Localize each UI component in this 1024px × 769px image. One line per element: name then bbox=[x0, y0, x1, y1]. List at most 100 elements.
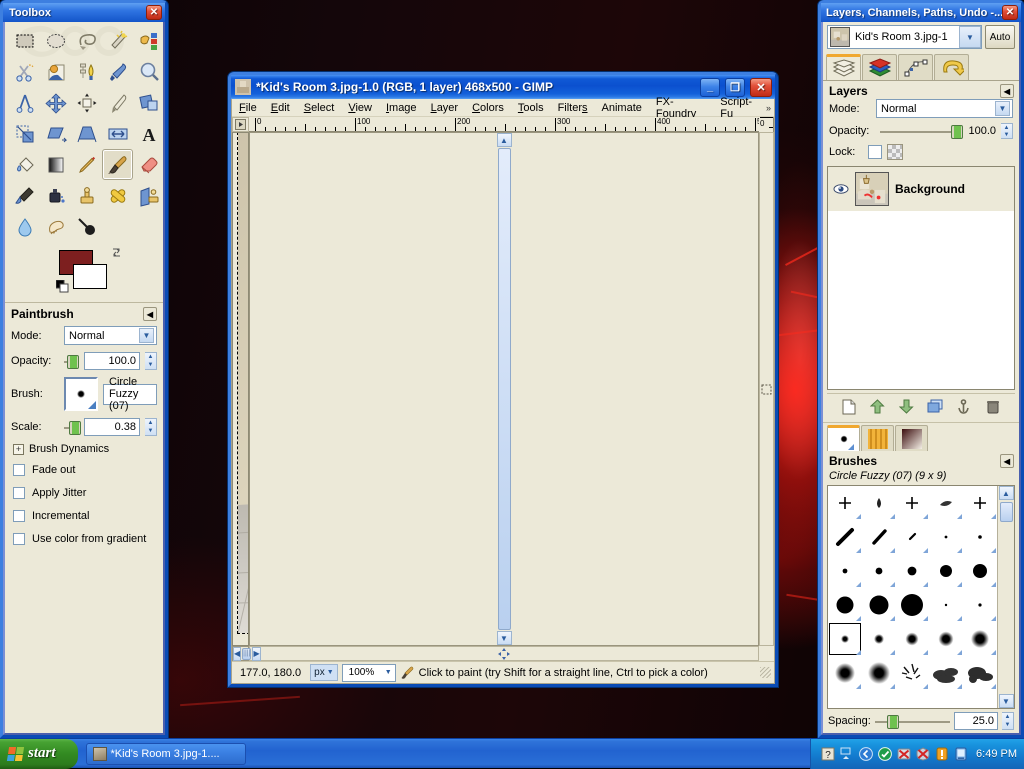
use-color-from-gradient-checkbox[interactable] bbox=[13, 533, 25, 545]
firewall-alert-icon[interactable] bbox=[897, 747, 911, 761]
horizontal-scrollbar-thumb[interactable]: |||| bbox=[242, 648, 251, 660]
scale-value[interactable]: 0.38 bbox=[84, 418, 140, 436]
lock-alpha-icon[interactable] bbox=[887, 144, 903, 160]
scale-slider-knob[interactable] bbox=[69, 421, 81, 435]
clone-tool[interactable] bbox=[71, 180, 102, 211]
brush-cell[interactable] bbox=[929, 656, 963, 690]
delete-layer-button[interactable] bbox=[982, 397, 1004, 417]
brush-cell[interactable] bbox=[963, 486, 997, 520]
opacity-value[interactable]: 100.0 bbox=[84, 352, 140, 370]
resize-grip[interactable] bbox=[760, 667, 771, 678]
opacity-slider-knob[interactable] bbox=[67, 355, 79, 369]
gradients-tab[interactable] bbox=[895, 425, 928, 451]
brush-grid[interactable] bbox=[828, 486, 997, 708]
brush-scrollbar-thumb[interactable] bbox=[1000, 502, 1013, 522]
paths-tab[interactable] bbox=[898, 54, 933, 80]
background-color-swatch[interactable] bbox=[73, 264, 107, 289]
scroll-down-arrow[interactable]: ▼ bbox=[497, 631, 512, 645]
brush-cell[interactable] bbox=[828, 588, 862, 622]
channels-tab[interactable] bbox=[862, 54, 897, 80]
rotate-tool[interactable] bbox=[133, 87, 163, 118]
lock-alpha-checkbox[interactable] bbox=[868, 145, 882, 159]
use-color-from-gradient-option[interactable]: Use color from gradient bbox=[13, 533, 157, 545]
brush-cell[interactable] bbox=[896, 656, 930, 690]
zoom-tool[interactable] bbox=[133, 56, 163, 87]
flip-tool[interactable] bbox=[102, 118, 133, 149]
brush-cell[interactable] bbox=[929, 588, 963, 622]
brush-cell[interactable] bbox=[862, 520, 896, 554]
chevron-left-icon[interactable] bbox=[859, 747, 873, 761]
color-picker-tool[interactable] bbox=[102, 56, 133, 87]
brush-cell[interactable] bbox=[862, 656, 896, 690]
layer-opacity-knob[interactable] bbox=[951, 125, 963, 139]
plus-icon[interactable]: + bbox=[13, 444, 24, 455]
taskbar-item-gimp[interactable]: *Kid's Room 3.jpg-1.... bbox=[86, 743, 246, 765]
airbrush-tool[interactable] bbox=[9, 180, 40, 211]
brush-cell-circle-fuzzy-07[interactable] bbox=[828, 622, 862, 656]
menu-tools[interactable]: Tools bbox=[511, 101, 551, 115]
canvas-viewport[interactable]: A bbox=[232, 132, 249, 646]
brush-cell[interactable] bbox=[862, 588, 896, 622]
ellipse-select-tool[interactable] bbox=[40, 25, 71, 56]
brush-cell[interactable] bbox=[929, 486, 963, 520]
chevron-down-icon[interactable]: ▼ bbox=[327, 669, 334, 676]
paths-tool[interactable] bbox=[71, 56, 102, 87]
chevron-down-icon[interactable]: ▼ bbox=[385, 669, 395, 676]
scissors-select-tool[interactable] bbox=[9, 56, 40, 87]
brush-cell[interactable] bbox=[896, 622, 930, 656]
dock-close-button[interactable]: ✕ bbox=[1002, 5, 1018, 20]
layers-list[interactable]: Background bbox=[827, 166, 1015, 390]
start-button[interactable]: start bbox=[0, 739, 78, 769]
select-by-color-tool[interactable] bbox=[133, 25, 163, 56]
incremental-checkbox[interactable] bbox=[13, 510, 25, 522]
chevron-down-icon[interactable]: ▼ bbox=[959, 26, 981, 48]
scroll-up-arrow[interactable]: ▲ bbox=[497, 133, 512, 147]
dock-titlebar[interactable]: Layers, Channels, Paths, Undo -... ✕ bbox=[821, 3, 1021, 22]
move-tool[interactable] bbox=[40, 87, 71, 118]
duplicate-layer-button[interactable] bbox=[924, 397, 946, 417]
spacing-value[interactable]: 25.0 bbox=[954, 712, 998, 730]
image-canvas[interactable]: A bbox=[238, 133, 249, 633]
raise-layer-button[interactable] bbox=[867, 397, 889, 417]
brush-cell[interactable] bbox=[896, 486, 930, 520]
show-hidden-icons-button[interactable] bbox=[840, 747, 854, 761]
new-layer-button[interactable] bbox=[838, 397, 860, 417]
layer-opacity-value[interactable]: 100.0 bbox=[968, 125, 996, 137]
menu-image[interactable]: Image bbox=[379, 101, 424, 115]
crop-tool[interactable] bbox=[102, 87, 133, 118]
auto-follow-button[interactable]: Auto bbox=[985, 25, 1015, 49]
free-select-tool[interactable] bbox=[71, 25, 102, 56]
scroll-right-arrow[interactable]: ▶ bbox=[252, 647, 260, 661]
alignment-tool[interactable] bbox=[71, 87, 102, 118]
smudge-tool[interactable] bbox=[40, 211, 71, 242]
vertical-scrollbar[interactable]: ▲ ▼ bbox=[249, 132, 759, 646]
reset-colors-icon[interactable] bbox=[56, 280, 69, 293]
menu-layer[interactable]: Layer bbox=[424, 101, 466, 115]
brush-cell[interactable] bbox=[828, 520, 862, 554]
blur-sharpen-tool[interactable] bbox=[9, 211, 40, 242]
ink-tool[interactable] bbox=[40, 180, 71, 211]
brush-scrollbar[interactable]: ▲ ▼ bbox=[997, 486, 1014, 708]
anchor-layer-button[interactable] bbox=[953, 397, 975, 417]
dodge-burn-tool[interactable] bbox=[71, 211, 102, 242]
chevron-down-icon[interactable]: ▼ bbox=[139, 328, 154, 343]
gradient-tool[interactable] bbox=[40, 149, 71, 180]
brush-scroll-down-arrow[interactable]: ▼ bbox=[999, 694, 1014, 708]
layer-mode-combo[interactable]: Normal ▼ bbox=[876, 99, 1013, 118]
quick-mask-toggle-button[interactable] bbox=[759, 132, 774, 646]
paintbrush-tool[interactable] bbox=[102, 149, 133, 180]
brush-cell[interactable] bbox=[963, 656, 997, 690]
security-alert-icon[interactable] bbox=[916, 747, 930, 761]
table-row[interactable]: Background bbox=[828, 167, 1014, 211]
undo-history-tab[interactable] bbox=[934, 54, 969, 80]
spacing-slider-knob[interactable] bbox=[887, 715, 899, 729]
toolbox-titlebar[interactable]: Toolbox ✕ bbox=[3, 3, 165, 22]
layers-panel-menu-icon[interactable]: ◀ bbox=[1000, 84, 1014, 98]
brush-preview[interactable] bbox=[64, 377, 98, 411]
menu-file[interactable]: File bbox=[232, 101, 264, 115]
eye-icon[interactable] bbox=[833, 183, 849, 195]
network-icon[interactable] bbox=[954, 747, 968, 761]
vertical-ruler[interactable]: 0 bbox=[759, 117, 774, 132]
pencil-tool[interactable] bbox=[71, 149, 102, 180]
brush-cell[interactable] bbox=[862, 622, 896, 656]
